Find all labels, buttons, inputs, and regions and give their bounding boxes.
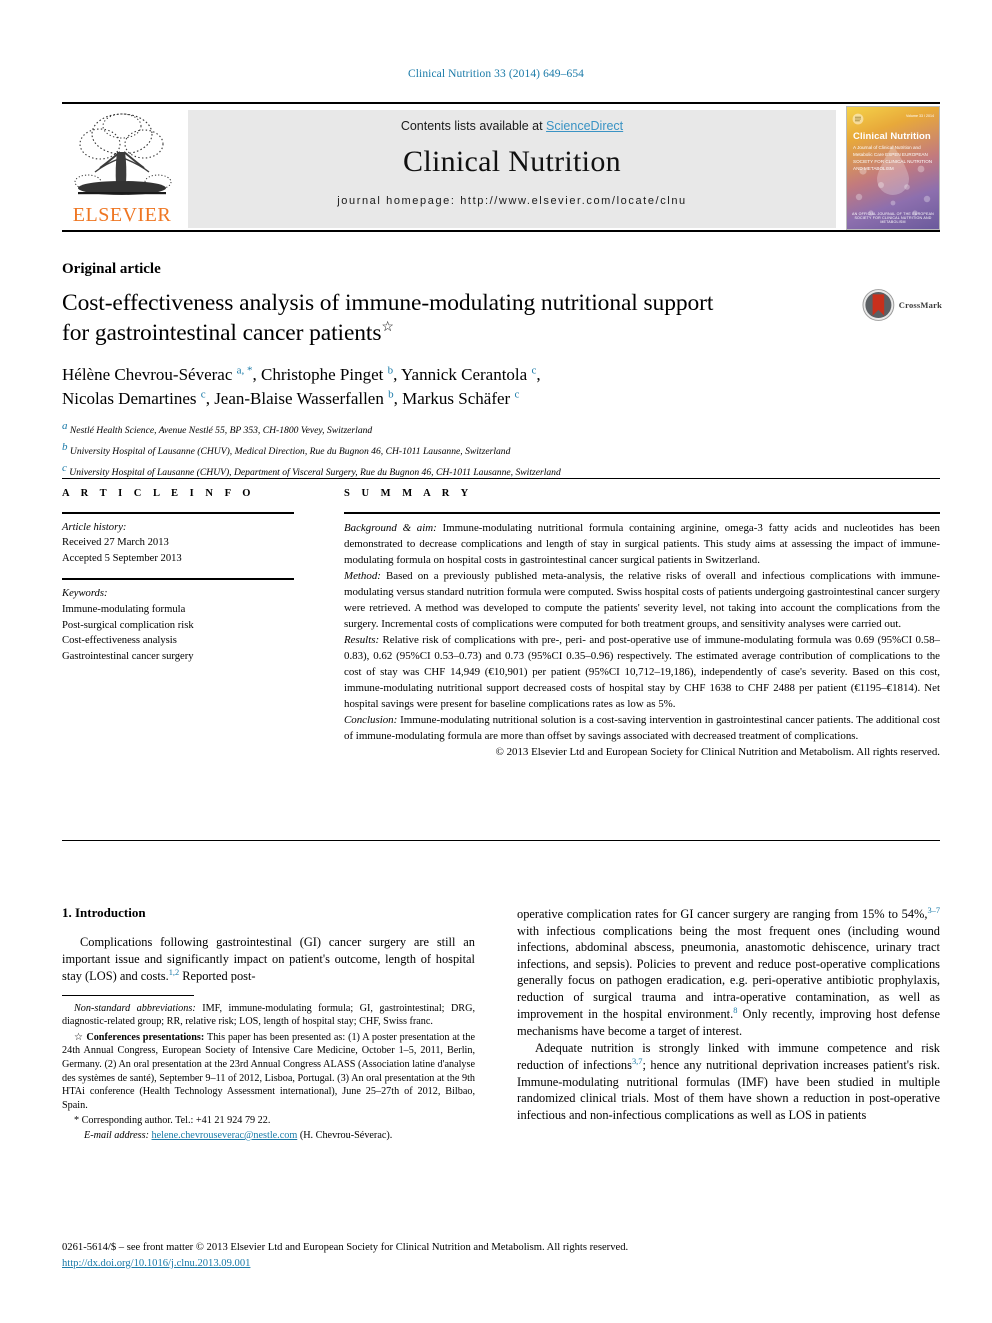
infoblock-bottom-rule — [62, 840, 940, 841]
title-line-2: for gastrointestinal cancer patients — [62, 320, 382, 347]
doi-link[interactable]: http://dx.doi.org/10.1016/j.clnu.2013.09… — [62, 1258, 250, 1269]
article-accepted: Accepted 5 September 2013 — [62, 552, 182, 564]
section-heading-introduction: 1. Introduction — [62, 905, 146, 920]
cover-artwork: Volume 33 / 2014 Clinical Nutrition A Jo… — [847, 107, 939, 229]
affiliation-mark-c: c — [62, 461, 67, 474]
body-column-right: operative complication rates for GI canc… — [517, 905, 940, 1123]
title-footnote-marker[interactable]: ☆ — [381, 320, 394, 335]
elsevier-logo: ELSEVIER — [62, 108, 182, 228]
crossmark-icon — [862, 289, 895, 321]
conference-text: This paper has been presented as: (1) A … — [62, 1031, 475, 1111]
keyword-item: Post-surgical complication risk — [62, 619, 194, 631]
journal-title: Clinical Nutrition — [403, 145, 621, 178]
author-list: Hélène Chevrou-Séverac a, *, Christophe … — [62, 363, 882, 411]
footnote-abbreviations: Non-standard abbreviations: IMF, immune-… — [62, 1002, 475, 1029]
intro-paragraph-2: Adequate nutrition is strongly linked wi… — [517, 1040, 941, 1122]
keyword-item: Gastrointestinal cancer surgery — [62, 651, 194, 663]
summary-section-label: Background & aim: — [344, 522, 437, 534]
summary-section-label: Method: — [344, 569, 381, 582]
journal-cover-thumbnail[interactable]: Volume 33 / 2014 Clinical Nutrition A Jo… — [846, 106, 940, 230]
cover-footer-text: AN OFFICIAL JOURNAL OF THE EUROPEAN SOCI… — [852, 212, 934, 224]
footnote-conferences: ☆ Conferences presentations: This paper … — [62, 1031, 475, 1112]
email-suffix: (H. Chevrou-Séverac). — [297, 1129, 393, 1141]
keyword-item: Immune-modulating formula — [62, 604, 186, 616]
summary-copyright: © 2013 Elsevier Ltd and European Society… — [495, 745, 940, 758]
affiliation-mark-a: a — [62, 420, 68, 432]
summary-heading: S U M M A R Y — [344, 488, 473, 499]
affiliation-a: a Nestlé Health Science, Avenue Nestlé 5… — [62, 418, 882, 439]
conference-label: Conferences presentations: — [86, 1031, 205, 1043]
summary-section-text: Based on a previously published meta-ana… — [344, 569, 940, 630]
journal-band: Contents lists available at ScienceDirec… — [188, 110, 836, 228]
infoblock-top-rule — [62, 478, 940, 479]
page-title: Cost-effectiveness analysis of immune-mo… — [62, 288, 852, 348]
summary-section: Method: Based on a previously published … — [344, 569, 940, 633]
article-history-label: Article history: — [62, 522, 127, 533]
masthead-bottom-rule — [62, 230, 940, 232]
summary-column: S U M M A R Y Background & aim: Immune-m… — [344, 488, 940, 761]
article-info-heading: A R T I C L E I N F O — [62, 488, 255, 499]
summary-section-label: Results: — [344, 633, 380, 646]
article-info-column: A R T I C L E I N F O Article history: R… — [62, 488, 294, 665]
affiliation-text-b: University Hospital of Lausanne (CHUV), … — [69, 445, 511, 457]
abbrev-label: Non-standard abbreviations: — [74, 1002, 196, 1014]
masthead-top-rule — [62, 102, 940, 104]
page-footer: 0261-5614/$ – see front matter © 2013 El… — [62, 1240, 940, 1272]
contents-prefix: Contents lists available at — [400, 119, 547, 133]
affiliation-text-c: University Hospital of Lausanne (CHUV), … — [69, 466, 561, 478]
crossmark-label: CrossMark — [898, 300, 942, 310]
email-label: E-mail address: — [84, 1129, 149, 1141]
journal-masthead: ELSEVIER Contents lists available at Sci… — [62, 102, 940, 232]
article-info-rule-2 — [62, 578, 294, 581]
author-line-1: Hélène Chevrou-Séverac a, *, Christophe … — [62, 364, 541, 384]
footnote-separator — [62, 994, 194, 996]
contents-available-line: Contents lists available at ScienceDirec… — [401, 119, 623, 133]
summary-section: Results: Relative risk of complications … — [344, 633, 940, 713]
intro-paragraph-1-continued: operative complication rates for GI canc… — [517, 906, 940, 1039]
keywords-list: Keywords: Immune-modulating formula Post… — [62, 586, 294, 664]
email-link[interactable]: helene.chevrouseverac@nestle.com — [152, 1130, 298, 1141]
running-head: Clinical Nutrition 33 (2014) 649–654 — [407, 68, 585, 80]
footnote-corresponding-author: * Corresponding author. Tel.: +41 21 924… — [62, 1114, 475, 1128]
article-info-rule-1 — [62, 512, 294, 514]
article-type-label: Original article — [62, 261, 161, 277]
summary-rule — [344, 512, 940, 514]
affiliation-mark-b: b — [62, 440, 68, 453]
summary-section-text: Immune-modulating nutritional solution i… — [344, 713, 940, 742]
journal-homepage-url[interactable]: journal homepage: http://www.elsevier.co… — [337, 195, 687, 207]
keywords-label: Keywords: — [62, 588, 108, 600]
author-line-2: Nicolas Demartines c, Jean-Blaise Wasser… — [62, 388, 520, 409]
paper-page: Clinical Nutrition 33 (2014) 649–654 ELS… — [0, 0, 992, 1323]
summary-section-text: Relative risk of complications with pre-… — [344, 633, 940, 710]
article-received: Received 27 March 2013 — [62, 537, 169, 549]
summary-body: Background & aim: Immune-modulating nutr… — [344, 521, 940, 761]
summary-section-label: Conclusion: — [344, 713, 398, 726]
affiliation-b: b University Hospital of Lausanne (CHUV)… — [62, 439, 882, 460]
summary-section: Background & aim: Immune-modulating nutr… — [344, 521, 940, 569]
title-line-1: Cost-effectiveness analysis of immune-mo… — [62, 290, 714, 316]
corresponding-text: Corresponding author. Tel.: +41 21 924 7… — [79, 1115, 271, 1127]
sciencedirect-link[interactable]: ScienceDirect — [546, 119, 623, 133]
body-column-left: 1. Introduction Complications following … — [62, 905, 475, 1142]
crossmark-badge[interactable]: CrossMark — [862, 284, 942, 326]
elsevier-wordmark: ELSEVIER — [72, 204, 172, 226]
intro-paragraph-1: Complications following gastrointestinal… — [62, 935, 475, 984]
footnote-email: E-mail address: helene.chevrouseverac@ne… — [62, 1129, 475, 1143]
conference-marker-icon: ☆ — [74, 1031, 84, 1043]
article-history: Article history: Received 27 March 2013 … — [62, 520, 294, 566]
summary-section: Conclusion: Immune-modulating nutritiona… — [344, 713, 940, 745]
affiliations: a Nestlé Health Science, Avenue Nestlé 5… — [62, 418, 882, 480]
elsevier-tree-icon — [74, 113, 172, 195]
affiliation-text-a: Nestlé Health Science, Avenue Nestlé 55,… — [69, 425, 373, 437]
issn-copyright-line: 0261-5614/$ – see front matter © 2013 El… — [62, 1242, 629, 1253]
keyword-item: Cost-effectiveness analysis — [62, 635, 177, 647]
